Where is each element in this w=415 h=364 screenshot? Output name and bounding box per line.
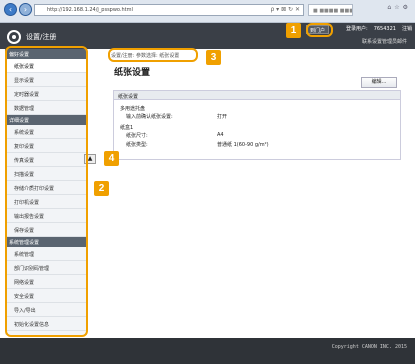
confirm-setting-label: 输入前确认纸张设置: [126,114,173,120]
address-bar[interactable]: http://192.168.1.24/j_psspwo.html ρ ▾ ⊠ … [34,4,304,16]
section-head: 纸张设置 [114,91,400,100]
confirm-setting-value: 打开 [217,114,228,120]
forward-icon[interactable]: › [19,3,32,16]
page-title: 纸张设置 [114,68,151,78]
footer: Copyright CANON INC. 2015 [0,338,415,364]
app-title: 设置/注册 [26,33,57,41]
callout-badge-1: 1 [286,23,301,38]
browser-toolbar: ‹ › http://192.168.1.24/j_psspwo.html ρ … [0,0,415,23]
paper-type-value: 普通纸 1(60-90 g/m²) [217,142,269,148]
paper-settings-panel: 纸张设置 多用途托盘 输入前确认纸张设置: 打开 纸盒1 纸张尺寸: A4 纸张… [113,90,401,160]
edit-button[interactable]: 编辑... [361,77,397,88]
address-icons[interactable]: ρ ▾ ⊠ ↻ ✕ [270,6,300,13]
callout-badge-4: 4 [104,151,119,166]
logout-link[interactable]: 注销 [402,26,412,32]
settings-logo-icon [7,30,21,44]
main-content: 设置/注册: 参数选择: 纸张设置 纸张设置 编辑... 纸张设置 多用途托盘 … [84,49,415,337]
url-text: http://192.168.1.24/j_psspwo.html [47,7,133,13]
login-user-value: 7654321 [373,26,396,32]
callout-highlight-1 [306,23,333,37]
callout-badge-3: 3 [206,50,221,65]
admin-mail-link[interactable]: 联系设置管理员邮件 [362,38,407,45]
mp-tray-label: 多用途托盘 [120,106,146,112]
tab-active[interactable]: ■ ■■■■ ■■■■■ [308,4,353,16]
callout-badge-2: 2 [94,181,109,196]
window-controls-icon[interactable]: ⌂☆⚙ [387,4,411,11]
drawer1-label: 纸盒1 [120,125,134,131]
callout-highlight-2 [5,46,88,337]
back-icon[interactable]: ‹ [4,3,17,16]
callout-highlight-3 [108,48,198,62]
paper-size-label: 纸张尺寸: [126,133,148,139]
login-info: 登录用户: 7654321 注销 [340,25,412,32]
paper-size-value: A4 [217,132,224,138]
copyright-text: Copyright CANON INC. 2015 [331,344,407,350]
login-user-label: 登录用户: [346,26,368,32]
paper-type-label: 纸张类型: [126,142,148,148]
